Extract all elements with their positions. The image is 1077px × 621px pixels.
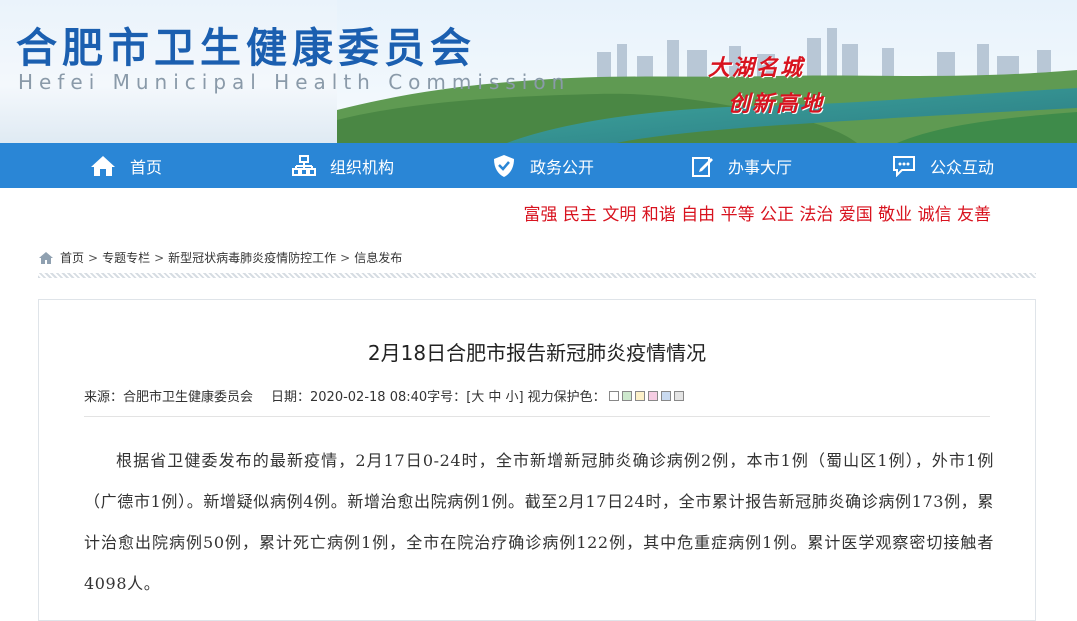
breadcrumb-separator: >: [340, 250, 351, 265]
article-date: 日期：2020-02-18 08:40: [271, 390, 428, 405]
main-nav: 首页 组织机构 政务公开 办事大厅 公众互动: [0, 143, 1077, 188]
home-icon: [39, 251, 53, 264]
home-icon: [91, 155, 115, 176]
core-values-text: 富强 民主 文明 和谐 自由 平等 公正 法治 爱国 敬业 诚信 友善: [523, 205, 991, 225]
breadcrumb-separator: >: [88, 250, 99, 265]
nav-item-label: 办事大厅: [728, 157, 793, 177]
nav-item-gov-affairs[interactable]: 政务公开: [492, 143, 594, 188]
article-meta: 来源：合肥市卫生健康委员会 日期：2020-02-18 08:40 字号： [大…: [84, 386, 990, 417]
breadcrumb-item-home[interactable]: 首页: [60, 249, 84, 266]
slogan-line-1: 大湖名城: [708, 56, 805, 81]
nav-item-label: 公众互动: [930, 157, 995, 177]
breadcrumb-item-covid-control[interactable]: 新型冠状病毒肺炎疫情防控工作: [168, 249, 336, 266]
edit-icon: [692, 156, 713, 177]
breadcrumb-divider: [38, 273, 1036, 278]
eye-care-swatch-white[interactable]: [608, 390, 619, 401]
nav-item-label: 首页: [130, 157, 163, 177]
eye-care-swatch-gray[interactable]: [673, 390, 684, 401]
article-body: 根据省卫健委发布的最新疫情，2月17日0-24时，全市新增新冠肺炎确诊病例2例，…: [84, 440, 994, 604]
breadcrumb-item-info-release[interactable]: 信息发布: [354, 249, 402, 266]
eye-care-swatch-green[interactable]: [621, 390, 632, 401]
site-title: 合肥市卫生健康委员会: [16, 24, 476, 72]
article-paragraph: 根据省卫健委发布的最新疫情，2月17日0-24时，全市新增新冠肺炎确诊病例2例，…: [84, 451, 994, 593]
nav-item-label: 组织机构: [330, 157, 395, 177]
nav-item-home[interactable]: 首页: [90, 143, 162, 188]
site-subtitle: Hefei Municipal Health Commission: [18, 70, 571, 94]
breadcrumb-item-special-topics[interactable]: 专题专栏: [102, 249, 150, 266]
org-chart-icon: [292, 154, 316, 176]
chat-icon: [893, 155, 915, 177]
shield-icon: [494, 154, 514, 177]
nav-item-service-hall[interactable]: 办事大厅: [692, 143, 792, 188]
font-size-options[interactable]: [大 中 小]: [466, 386, 523, 405]
article-panel: 2月18日合肥市报告新冠肺炎疫情情况 来源：合肥市卫生健康委员会 日期：2020…: [38, 299, 1036, 621]
header-banner: 合肥市卫生健康委员会 Hefei Municipal Health Commis…: [0, 0, 1077, 143]
eye-care-swatch-blue[interactable]: [660, 390, 671, 401]
eye-care-color-label: 视力保护色：: [527, 390, 606, 405]
article-source: 来源：合肥市卫生健康委员会: [84, 390, 254, 405]
eye-care-swatch-pink[interactable]: [647, 390, 658, 401]
nav-item-public-interaction[interactable]: 公众互动: [892, 143, 994, 188]
slogan-line-2: 创新高地: [728, 92, 825, 117]
breadcrumb: 首页 > 专题专栏 > 新型冠状病毒肺炎疫情防控工作 > 信息发布: [38, 249, 402, 266]
font-size-label: 字号：: [427, 390, 467, 405]
article-title: 2月18日合肥市报告新冠肺炎疫情情况: [367, 341, 707, 365]
nav-item-organization[interactable]: 组织机构: [292, 143, 394, 188]
nav-item-label: 政务公开: [530, 157, 595, 177]
breadcrumb-separator: >: [154, 250, 165, 265]
eye-care-swatch-yellow[interactable]: [634, 390, 645, 401]
